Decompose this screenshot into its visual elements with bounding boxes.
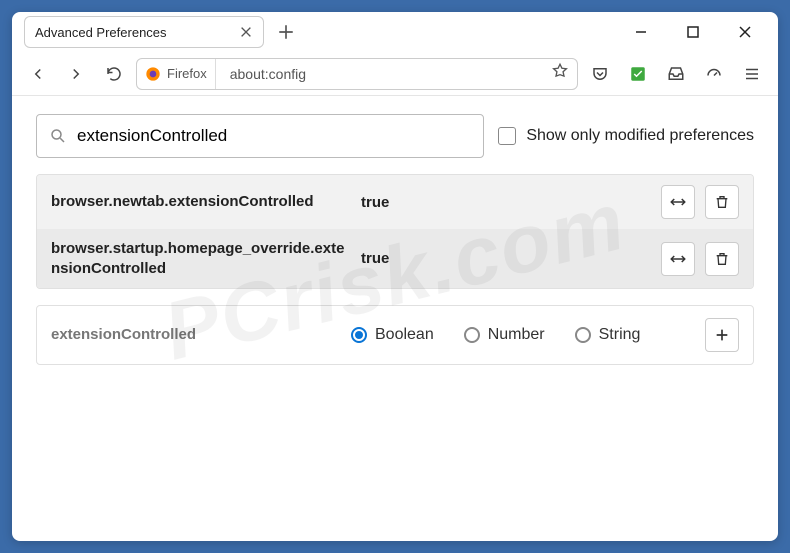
new-preference-name: extensionControlled xyxy=(51,325,341,345)
delete-button[interactable] xyxy=(705,185,739,219)
new-tab-button[interactable] xyxy=(272,18,300,46)
new-preference-row: extensionControlled Boolean Number Strin… xyxy=(36,305,754,365)
preference-name: browser.newtab.extensionControlled xyxy=(51,192,351,212)
preference-name: browser.startup.homepage_override.extens… xyxy=(51,239,351,278)
window-controls xyxy=(626,17,774,47)
browser-tab[interactable]: Advanced Preferences xyxy=(24,16,264,48)
firefox-icon xyxy=(145,66,161,82)
url-text: about:config xyxy=(222,66,545,82)
about-config-content: Show only modified preferences browser.n… xyxy=(12,96,778,541)
modified-only-label: Show only modified preferences xyxy=(526,127,754,145)
titlebar: Advanced Preferences xyxy=(12,12,778,52)
config-search-box[interactable] xyxy=(36,114,484,158)
preference-row[interactable]: browser.newtab.extensionControlled true xyxy=(37,175,753,229)
radio-label: Boolean xyxy=(375,326,434,344)
radio-number[interactable]: Number xyxy=(464,326,545,344)
radio-string[interactable]: String xyxy=(575,326,641,344)
modified-only-toggle[interactable]: Show only modified preferences xyxy=(498,127,754,145)
inbox-icon[interactable] xyxy=(660,58,692,90)
identity-label: Firefox xyxy=(167,66,207,81)
app-menu-button[interactable] xyxy=(736,58,768,90)
tab-title: Advanced Preferences xyxy=(35,25,231,40)
minimize-button[interactable] xyxy=(626,17,656,47)
preference-value: true xyxy=(361,250,651,267)
preference-value: true xyxy=(361,194,651,211)
back-button[interactable] xyxy=(22,58,54,90)
close-window-button[interactable] xyxy=(730,17,760,47)
reload-button[interactable] xyxy=(98,58,130,90)
dashboard-icon[interactable] xyxy=(698,58,730,90)
add-preference-button[interactable] xyxy=(705,318,739,352)
maximize-button[interactable] xyxy=(678,17,708,47)
bookmark-star-icon[interactable] xyxy=(551,62,569,85)
type-radio-group: Boolean Number String xyxy=(351,326,695,344)
extension-icon[interactable] xyxy=(622,58,654,90)
preference-row[interactable]: browser.startup.homepage_override.extens… xyxy=(37,229,753,288)
search-row: Show only modified preferences xyxy=(36,114,754,158)
config-search-input[interactable] xyxy=(77,126,471,146)
toggle-button[interactable] xyxy=(661,242,695,276)
toggle-button[interactable] xyxy=(661,185,695,219)
preference-list: browser.newtab.extensionControlled true … xyxy=(36,174,754,289)
browser-window: Advanced Preferences xyxy=(12,12,778,541)
pocket-icon[interactable] xyxy=(584,58,616,90)
radio-boolean[interactable]: Boolean xyxy=(351,326,434,344)
radio-label: String xyxy=(599,326,641,344)
nav-toolbar: Firefox about:config xyxy=(12,52,778,96)
search-icon xyxy=(49,127,67,145)
forward-button[interactable] xyxy=(60,58,92,90)
close-tab-icon[interactable] xyxy=(239,25,253,39)
url-bar[interactable]: Firefox about:config xyxy=(136,58,578,90)
radio-label: Number xyxy=(488,326,545,344)
checkbox-icon xyxy=(498,127,516,145)
delete-button[interactable] xyxy=(705,242,739,276)
identity-box[interactable]: Firefox xyxy=(145,59,216,89)
